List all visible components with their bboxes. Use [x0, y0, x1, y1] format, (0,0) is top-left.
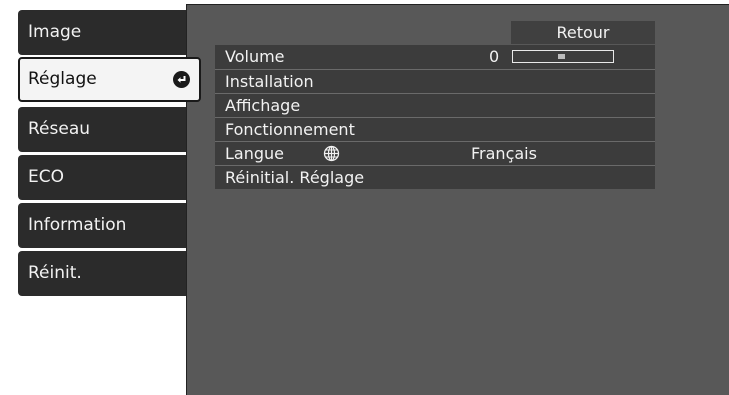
enter-icon — [173, 71, 190, 88]
sidebar-item-information[interactable]: Information — [18, 203, 186, 248]
sidebar-item-label: ECO — [28, 167, 64, 187]
settings-list: Volume 0 Installation Affichage Fonction… — [215, 45, 655, 189]
sidebar-item-label: Image — [28, 22, 82, 42]
language-value: Français — [471, 144, 537, 163]
settings-panel: Retour Volume 0 Installation Affichage F… — [186, 4, 729, 395]
menu-item-langue[interactable]: Langue Français — [215, 141, 655, 165]
menu-item-label: Volume — [225, 47, 285, 66]
menu-item-affichage[interactable]: Affichage — [215, 93, 655, 117]
volume-value: 0 — [489, 47, 500, 66]
sidebar-item-reseau[interactable]: Réseau — [18, 107, 186, 152]
menu-item-fonctionnement[interactable]: Fonctionnement — [215, 117, 655, 141]
menu-item-reinitial-reglage[interactable]: Réinitial. Réglage — [215, 165, 655, 189]
menu-item-label: Langue — [225, 144, 284, 163]
menu-item-installation[interactable]: Installation — [215, 69, 655, 93]
slider-thumb[interactable] — [558, 54, 565, 59]
sidebar-item-reinit[interactable]: Réinit. — [18, 251, 186, 296]
volume-slider[interactable] — [512, 50, 614, 63]
menu-item-label: Affichage — [225, 96, 301, 115]
menu-item-label: Fonctionnement — [225, 120, 355, 139]
sidebar-item-eco[interactable]: ECO — [18, 155, 186, 200]
sidebar-item-label: Réinit. — [28, 263, 82, 283]
sidebar-item-label: Réseau — [28, 119, 91, 139]
menu-item-label: Installation — [225, 72, 314, 91]
sidebar-menu: Image Réglage Réseau ECO Information Réi… — [0, 0, 201, 395]
sidebar-item-image[interactable]: Image — [18, 10, 186, 55]
menu-item-volume[interactable]: Volume 0 — [215, 45, 655, 69]
sidebar-item-reglage[interactable]: Réglage — [18, 57, 201, 102]
sidebar-item-label: Réglage — [28, 69, 97, 89]
sidebar-item-label: Information — [28, 215, 127, 235]
menu-item-label: Réinitial. Réglage — [225, 168, 365, 187]
back-button[interactable]: Retour — [511, 21, 655, 44]
